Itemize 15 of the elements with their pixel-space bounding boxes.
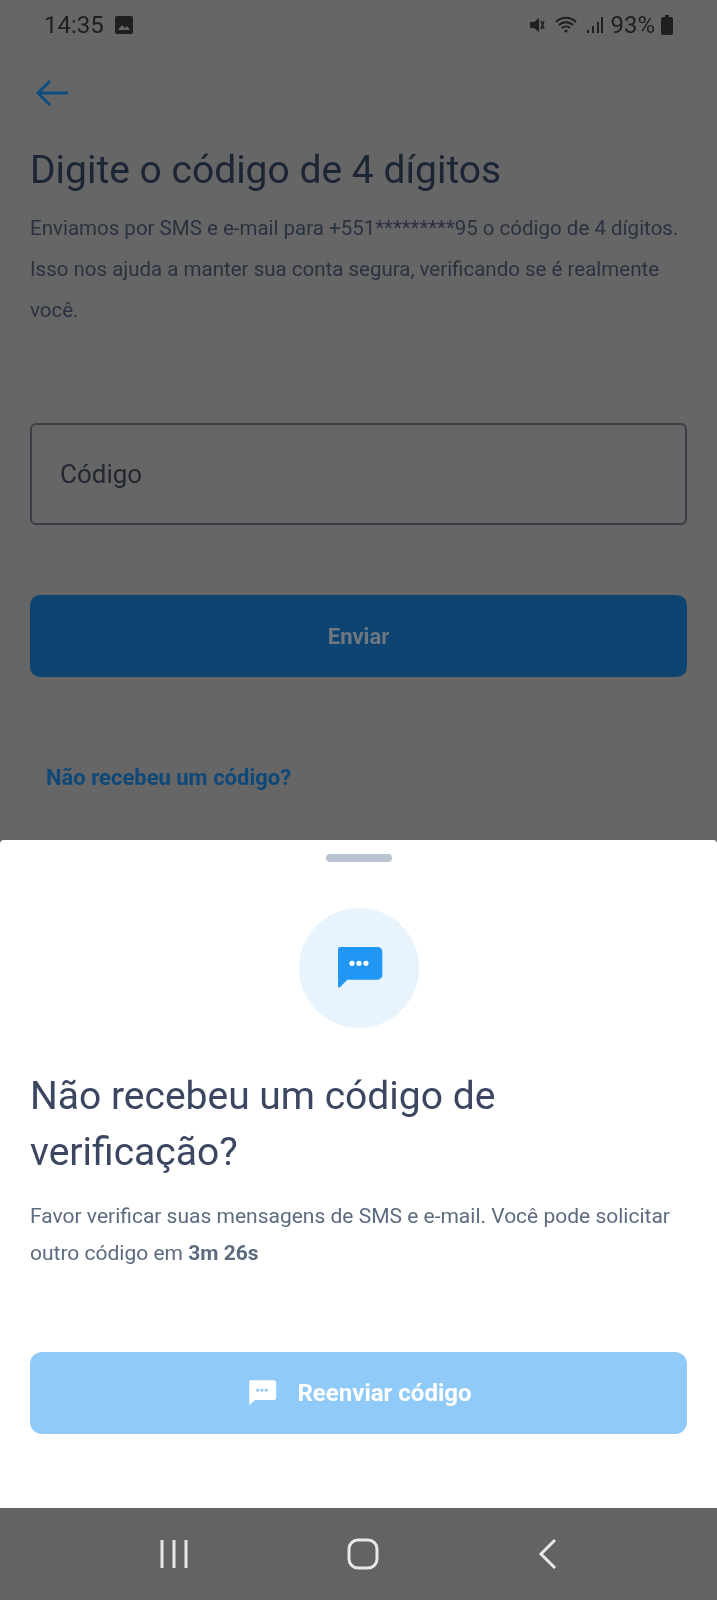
help-link[interactable]: Não recebeu um código? [46,761,292,794]
drag-handle[interactable] [325,854,392,862]
signal-icon [586,15,605,35]
battery-percent: 93% [610,10,655,41]
battery-icon [661,15,673,35]
home-icon[interactable] [347,1538,380,1570]
status-time: 14:35 [44,10,104,41]
sheet-title: Não recebeu um código de verificação? [30,1072,497,1177]
back-icon[interactable] [537,1538,558,1570]
recent-apps-icon[interactable] [159,1538,190,1570]
code-input-field[interactable]: Código [30,423,687,525]
sheet-message: Favor verificar suas mensagens de SMS e e-mail. Você pode solicitar outro código em 3m 26s [30,1203,671,1267]
page-title: Digite o código de 4 dígitos [30,146,503,194]
page-description: Enviamos por SMS e e-mail para +551*********95 o código de 4 dígitos. Isso nos ajuda a manter sua conta segura, verificando se é realmente você. [30,215,680,324]
image-icon [113,15,134,35]
